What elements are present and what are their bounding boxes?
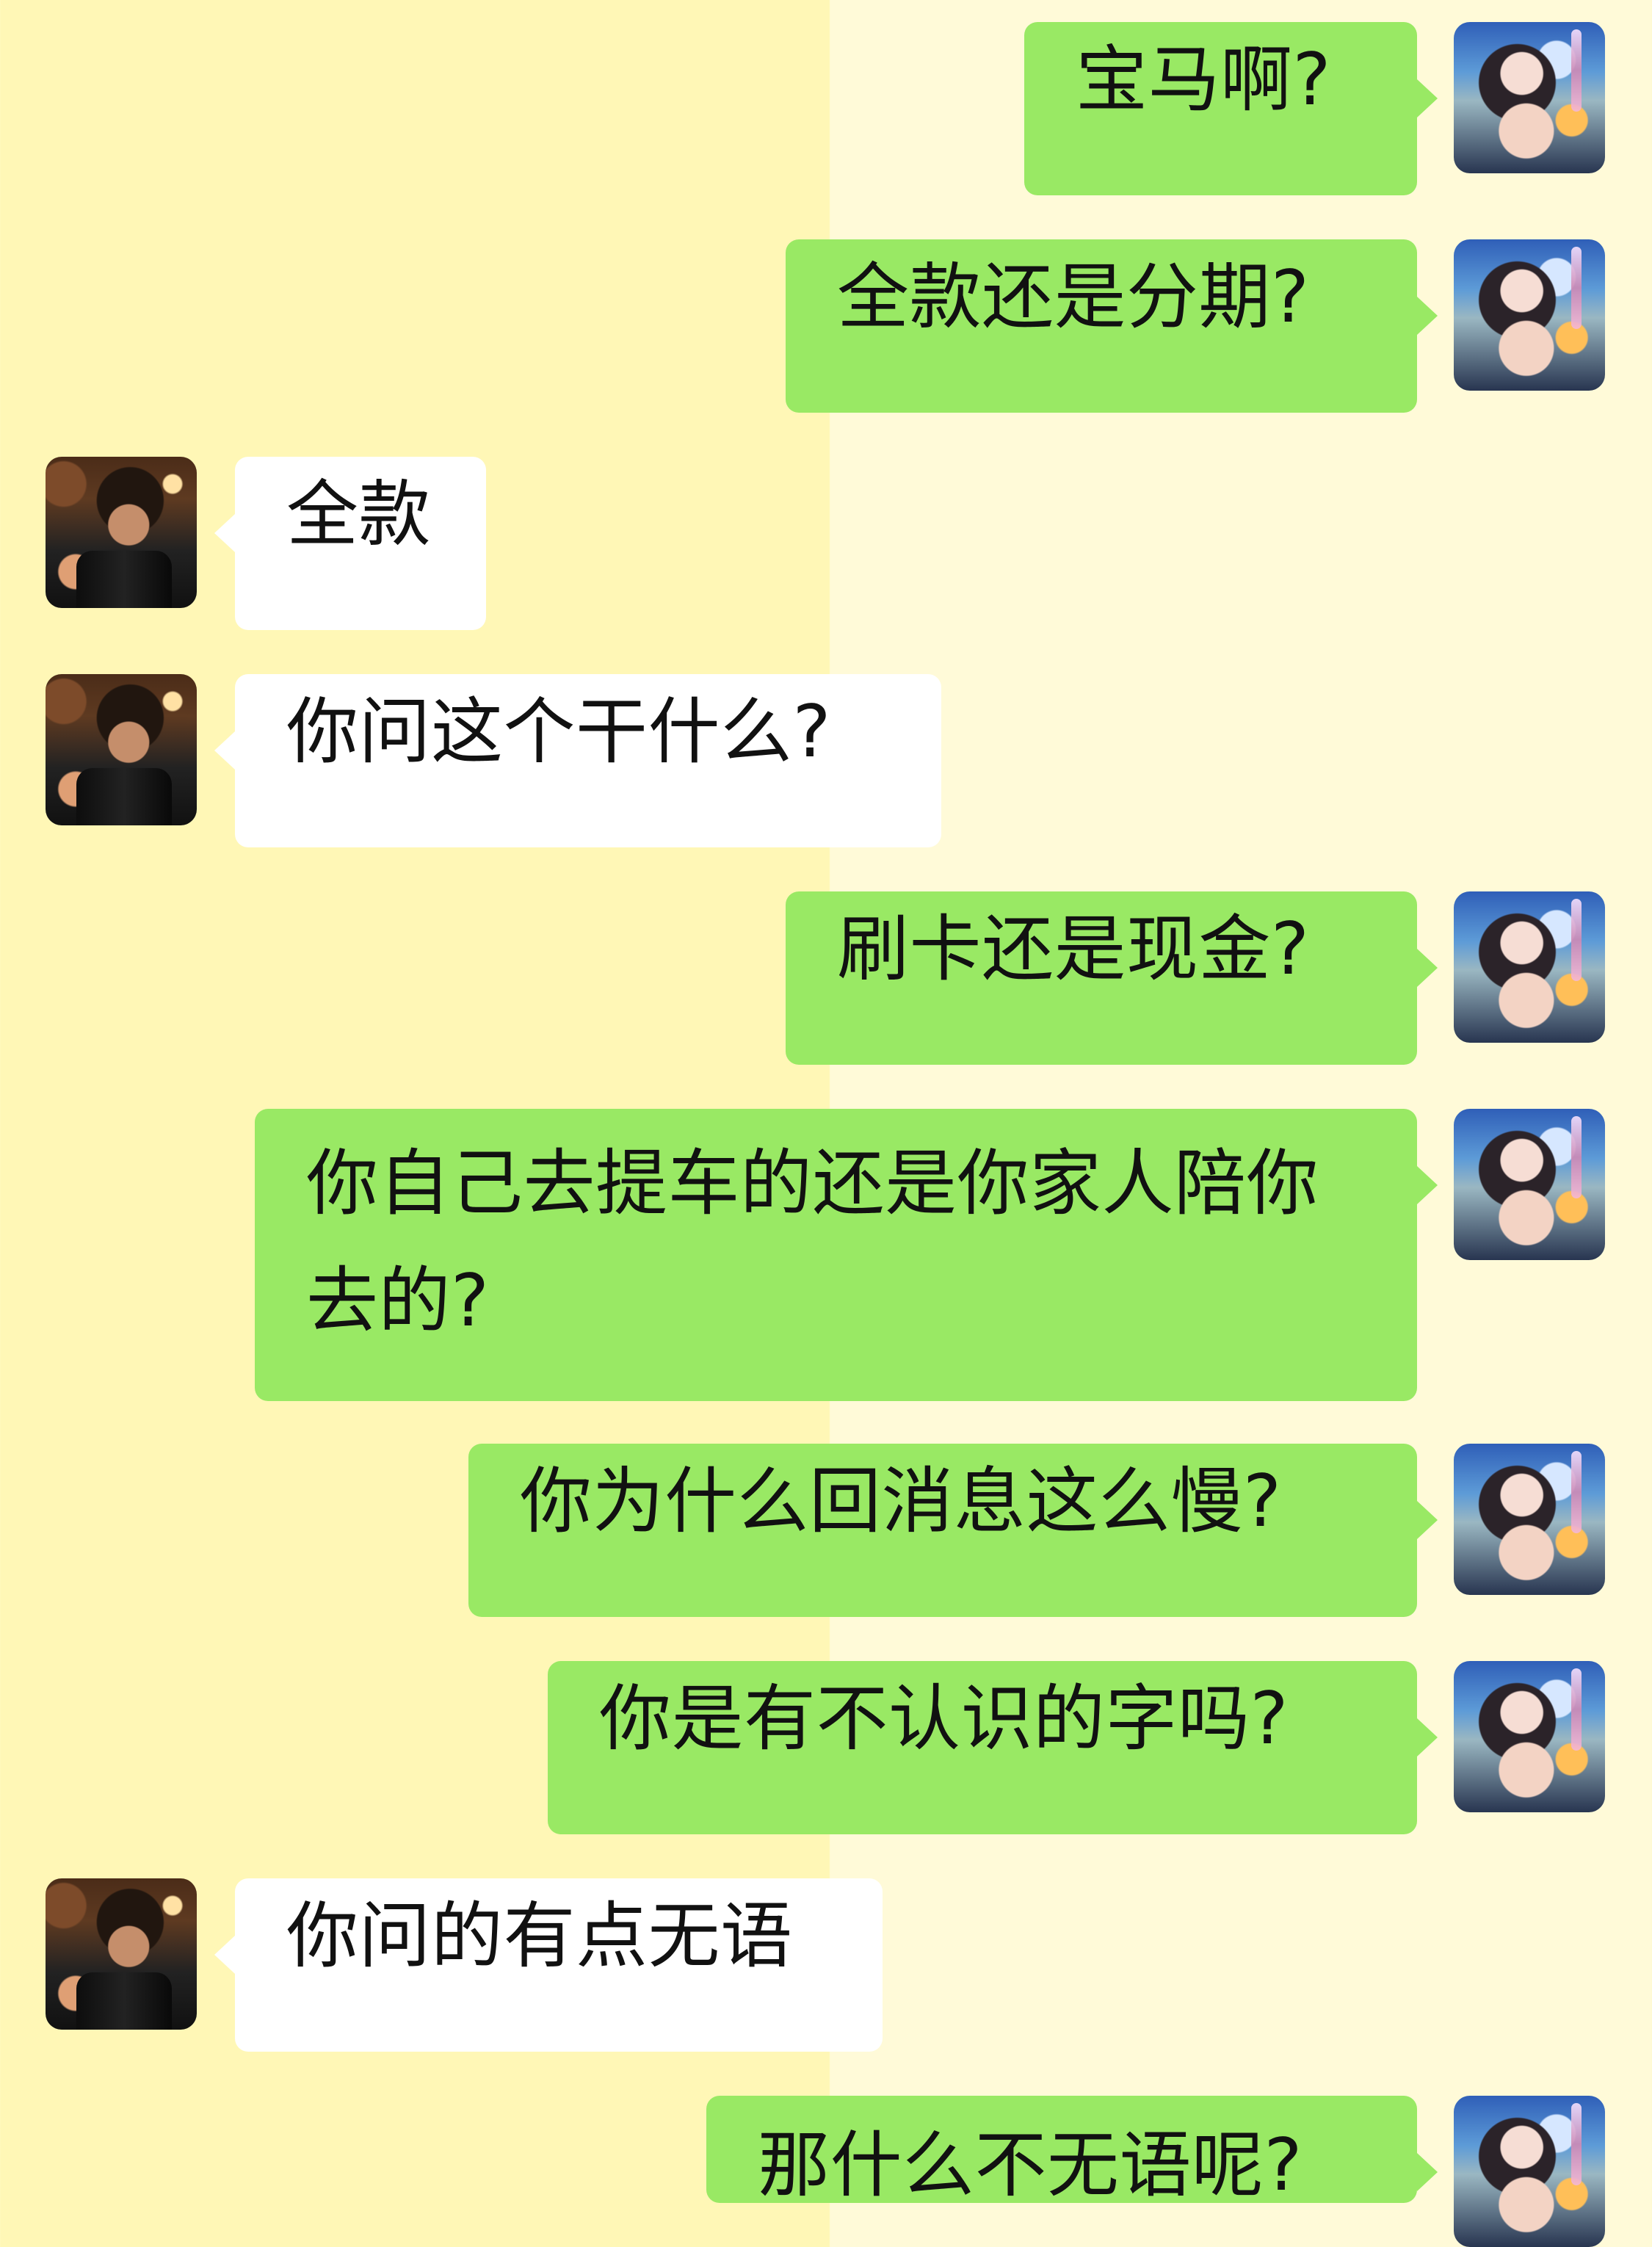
avatar[interactable] [46,674,197,825]
avatar[interactable] [1454,22,1605,173]
outgoing-message[interactable]: 刷卡还是现金? [786,891,1417,1065]
bubble-tail [1417,79,1438,117]
outgoing-message[interactable]: 你是有不认识的字吗? [548,1661,1417,1834]
bubble-tail [214,731,235,770]
bubble-tail [1417,297,1438,335]
outgoing-message[interactable]: 你自己去提车的还是你家人陪你去的? [255,1109,1417,1401]
avatar[interactable] [1454,891,1605,1043]
bubble-tail [214,514,235,552]
outgoing-message[interactable]: 那什么不无语呢? [706,2096,1417,2203]
bubble-tail [1417,1166,1438,1204]
bubble-tail [1417,949,1438,987]
outgoing-message[interactable]: 全款还是分期? [786,239,1417,413]
incoming-message[interactable]: 你问这个干什么? [235,674,941,847]
incoming-message[interactable]: 全款 [235,457,486,630]
bubble-tail [1417,1501,1438,1539]
avatar[interactable] [1454,1444,1605,1595]
bubble-tail [214,1936,235,1974]
avatar[interactable] [46,1878,197,2030]
incoming-message[interactable]: 你问的有点无语 [235,1878,883,2052]
bubble-tail [1417,2153,1438,2191]
avatar[interactable] [1454,239,1605,391]
avatar[interactable] [1454,2096,1605,2247]
avatar[interactable] [1454,1109,1605,1260]
avatar[interactable] [1454,1661,1605,1812]
chat-thread: 宝马啊? 全款还是分期? 全款 你问这个干什么? 刷卡还是现金? 你自己去提车的… [0,0,1652,2247]
outgoing-message[interactable]: 你为什么回消息这么慢? [468,1444,1417,1617]
outgoing-message[interactable]: 宝马啊? [1024,22,1417,195]
avatar[interactable] [46,457,197,608]
bubble-tail [1417,1718,1438,1756]
